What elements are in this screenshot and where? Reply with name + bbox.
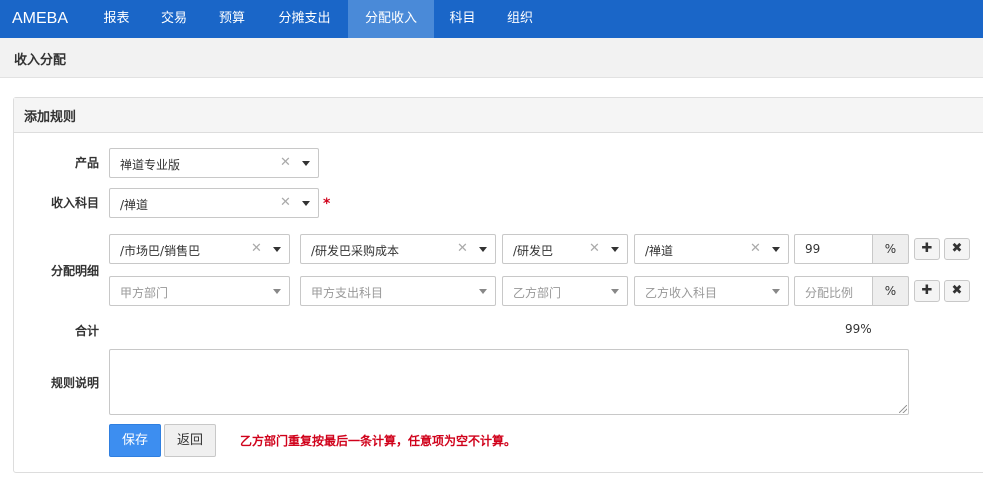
- chevron-down-icon[interactable]: [772, 247, 780, 252]
- payer-account-select[interactable]: 甲方支出科目: [300, 276, 496, 306]
- product-select[interactable]: 禅道专业版 ✕: [109, 148, 319, 178]
- payee-account-select[interactable]: 乙方收入科目: [634, 276, 789, 306]
- chevron-down-icon[interactable]: [273, 247, 281, 252]
- nav-item-expense-allocation[interactable]: 分摊支出: [261, 0, 348, 38]
- resize-handle-icon[interactable]: [899, 405, 907, 413]
- payee-dept-select[interactable]: /研发巴 ✕: [502, 234, 628, 264]
- save-button[interactable]: 保存: [109, 424, 161, 457]
- panel-heading: 添加规则: [14, 98, 983, 133]
- clear-icon[interactable]: ✕: [251, 241, 262, 257]
- nav-item-organization[interactable]: 组织: [491, 0, 549, 38]
- description-textarea[interactable]: [109, 349, 909, 415]
- close-icon: ✖: [951, 283, 963, 298]
- nav-item-budget[interactable]: 预算: [203, 0, 261, 38]
- chevron-down-icon[interactable]: [772, 289, 780, 294]
- nav-item-reports[interactable]: 报表: [88, 0, 145, 38]
- payee-account-value: /禅道: [645, 244, 674, 258]
- plus-icon: ✚: [921, 283, 933, 298]
- income-account-label: 收入科目: [50, 196, 99, 210]
- chevron-down-icon[interactable]: [273, 289, 281, 294]
- ratio-input[interactable]: 99: [794, 234, 873, 264]
- payer-account-select[interactable]: /研发巴采购成本 ✕: [300, 234, 496, 264]
- ratio-input[interactable]: 分配比例: [794, 276, 873, 306]
- total-label: 合计: [74, 324, 99, 338]
- payee-account-placeholder: 乙方收入科目: [645, 286, 718, 300]
- payer-dept-placeholder: 甲方部门: [120, 286, 169, 300]
- plus-icon: ✚: [921, 241, 933, 256]
- chevron-down-icon[interactable]: [302, 161, 310, 166]
- add-row-button[interactable]: ✚: [914, 238, 940, 260]
- back-button[interactable]: 返回: [164, 424, 216, 457]
- ratio-placeholder: 分配比例: [805, 286, 854, 300]
- income-account-value: /禅道: [120, 198, 149, 212]
- clear-icon[interactable]: ✕: [457, 241, 468, 257]
- page-header: 收入分配: [0, 38, 983, 78]
- product-value: 禅道专业版: [120, 158, 181, 172]
- remove-row-button[interactable]: ✖: [944, 238, 970, 260]
- income-account-select[interactable]: /禅道 ✕: [109, 188, 319, 218]
- clear-icon[interactable]: ✕: [589, 241, 600, 257]
- percent-addon: %: [873, 276, 909, 306]
- nav-item-transactions[interactable]: 交易: [145, 0, 203, 38]
- brand-logo[interactable]: AMEBA: [12, 0, 68, 38]
- payer-account-value: /研发巴采购成本: [311, 244, 400, 258]
- payer-dept-value: /市场巴/销售巴: [120, 244, 201, 258]
- clear-icon[interactable]: ✕: [280, 195, 291, 211]
- ratio-value: 99: [805, 242, 821, 256]
- payee-dept-select[interactable]: 乙方部门: [502, 276, 628, 306]
- chevron-down-icon[interactable]: [302, 201, 310, 206]
- payer-dept-select[interactable]: 甲方部门: [109, 276, 290, 306]
- add-row-button[interactable]: ✚: [914, 280, 940, 302]
- rule-hint: 乙方部门重复按最后一条计算，任意项为空不计算。: [240, 434, 517, 448]
- chevron-down-icon[interactable]: [479, 289, 487, 294]
- close-icon: ✖: [951, 241, 963, 256]
- payee-dept-placeholder: 乙方部门: [513, 286, 562, 300]
- required-mark: *: [323, 196, 331, 212]
- percent-symbol: %: [884, 242, 897, 256]
- chevron-down-icon[interactable]: [611, 289, 619, 294]
- chevron-down-icon[interactable]: [611, 247, 619, 252]
- chevron-down-icon[interactable]: [479, 247, 487, 252]
- payee-dept-value: /研发巴: [513, 244, 554, 258]
- nav-item-accounts[interactable]: 科目: [434, 0, 491, 38]
- remove-row-button[interactable]: ✖: [944, 280, 970, 302]
- payer-dept-select[interactable]: /市场巴/销售巴 ✕: [109, 234, 290, 264]
- top-navbar: AMEBA 报表 交易 预算 分摊支出 分配收入 科目 组织: [0, 0, 983, 38]
- panel-title: 添加规则: [24, 110, 77, 125]
- clear-icon[interactable]: ✕: [750, 241, 761, 257]
- allocation-label: 分配明细: [50, 264, 99, 278]
- total-value: 99%: [845, 322, 872, 336]
- description-label: 规则说明: [50, 376, 99, 390]
- product-label: 产品: [74, 156, 99, 170]
- payer-account-placeholder: 甲方支出科目: [311, 286, 384, 300]
- clear-icon[interactable]: ✕: [280, 155, 291, 171]
- percent-addon: %: [873, 234, 909, 264]
- payee-account-select[interactable]: /禅道 ✕: [634, 234, 789, 264]
- nav-item-income-allocation[interactable]: 分配收入: [348, 0, 434, 38]
- percent-symbol: %: [884, 284, 897, 298]
- page-title: 收入分配: [14, 53, 67, 68]
